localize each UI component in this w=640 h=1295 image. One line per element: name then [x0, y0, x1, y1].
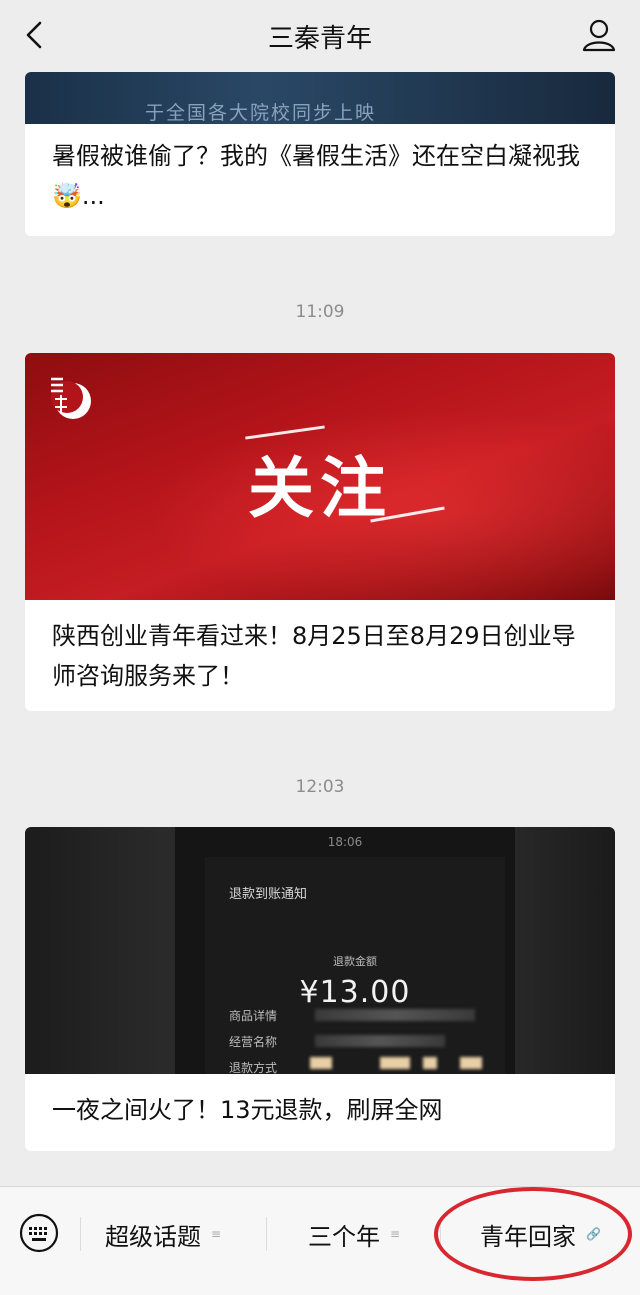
top-bar: 三秦青年: [0, 0, 640, 72]
article-cover-image: 于全国各大院校同步上映: [25, 72, 615, 124]
redacted-text: [460, 1057, 482, 1069]
menu-divider: [80, 1217, 81, 1251]
menu-divider: [440, 1217, 441, 1251]
article-cover-image: 18:06 退款到账通知 退款金额 ¥13.00 商品详情 经营名称 退款方式: [25, 827, 615, 1074]
phone-screenshot: 18:06 退款到账通知 退款金额 ¥13.00 商品详情 经营名称 退款方式: [175, 827, 515, 1074]
sanqin-logo-icon: [51, 377, 91, 419]
message-timestamp: 11:09: [295, 302, 345, 322]
redacted-text: [315, 1035, 445, 1047]
menu-divider: [266, 1217, 267, 1251]
article-title: 暑假被谁偷了？我的《暑假生活》还在空白凝视我🤯...: [52, 142, 580, 210]
submenu-icon: ≡: [211, 1227, 222, 1241]
article-cover-image: 关注: [25, 353, 615, 600]
profile-icon[interactable]: [580, 16, 618, 54]
refund-amount: ¥13.00: [299, 975, 411, 1010]
menu-item-label: 超级话题: [105, 1222, 201, 1251]
menu-item-label: 三个年: [308, 1222, 380, 1251]
menu-item-three-years[interactable]: 三个年 ≡: [308, 1214, 400, 1254]
message-timestamp: 12:03: [295, 777, 345, 797]
keyboard-icon[interactable]: [19, 1213, 59, 1253]
submenu-icon: ≡: [390, 1227, 401, 1241]
refund-label: 退款金额: [333, 955, 377, 968]
cover-headline: 关注: [248, 450, 392, 527]
detail-label: 退款方式: [229, 1061, 278, 1074]
article-title: 一夜之间火了！13元退款，刷屏全网: [52, 1096, 443, 1124]
menu-item-youth-home[interactable]: 青年回家 🔗: [480, 1214, 601, 1254]
phone-time: 18:06: [327, 835, 363, 849]
article-card-startup[interactable]: 关注 陕西创业青年看过来！8月25日至8月29日创业导师咨询服务来了！: [25, 353, 615, 711]
cover-caption: 于全国各大院校同步上映: [145, 102, 377, 124]
article-title: 陕西创业青年看过来！8月25日至8月29日创业导师咨询服务来了！: [52, 622, 576, 690]
menu-item-label: 青年回家: [480, 1222, 576, 1251]
link-icon: 🔗: [586, 1227, 601, 1241]
account-title: 三秦青年: [267, 24, 372, 54]
redacted-text: [315, 1009, 475, 1021]
detail-label: 商品详情: [229, 1009, 278, 1023]
refund-notice: 退款到账通知 退款金额 ¥13.00 商品详情 经营名称 退款方式: [205, 857, 505, 1074]
redacted-text: [310, 1057, 332, 1069]
notice-title: 退款到账通知: [229, 887, 308, 902]
bottom-menu-bar: 超级话题 ≡ 三个年 ≡ 青年回家 🔗: [0, 1186, 640, 1295]
redacted-text: [423, 1057, 437, 1069]
menu-item-super-topic[interactable]: 超级话题 ≡: [105, 1214, 221, 1254]
article-card-summer[interactable]: 于全国各大院校同步上映 暑假被谁偷了？我的《暑假生活》还在空白凝视我🤯...: [25, 72, 615, 236]
detail-label: 经营名称: [229, 1035, 278, 1049]
article-card-refund[interactable]: 18:06 退款到账通知 退款金额 ¥13.00 商品详情 经营名称 退款方式 …: [25, 827, 615, 1151]
redacted-text: [380, 1057, 410, 1069]
